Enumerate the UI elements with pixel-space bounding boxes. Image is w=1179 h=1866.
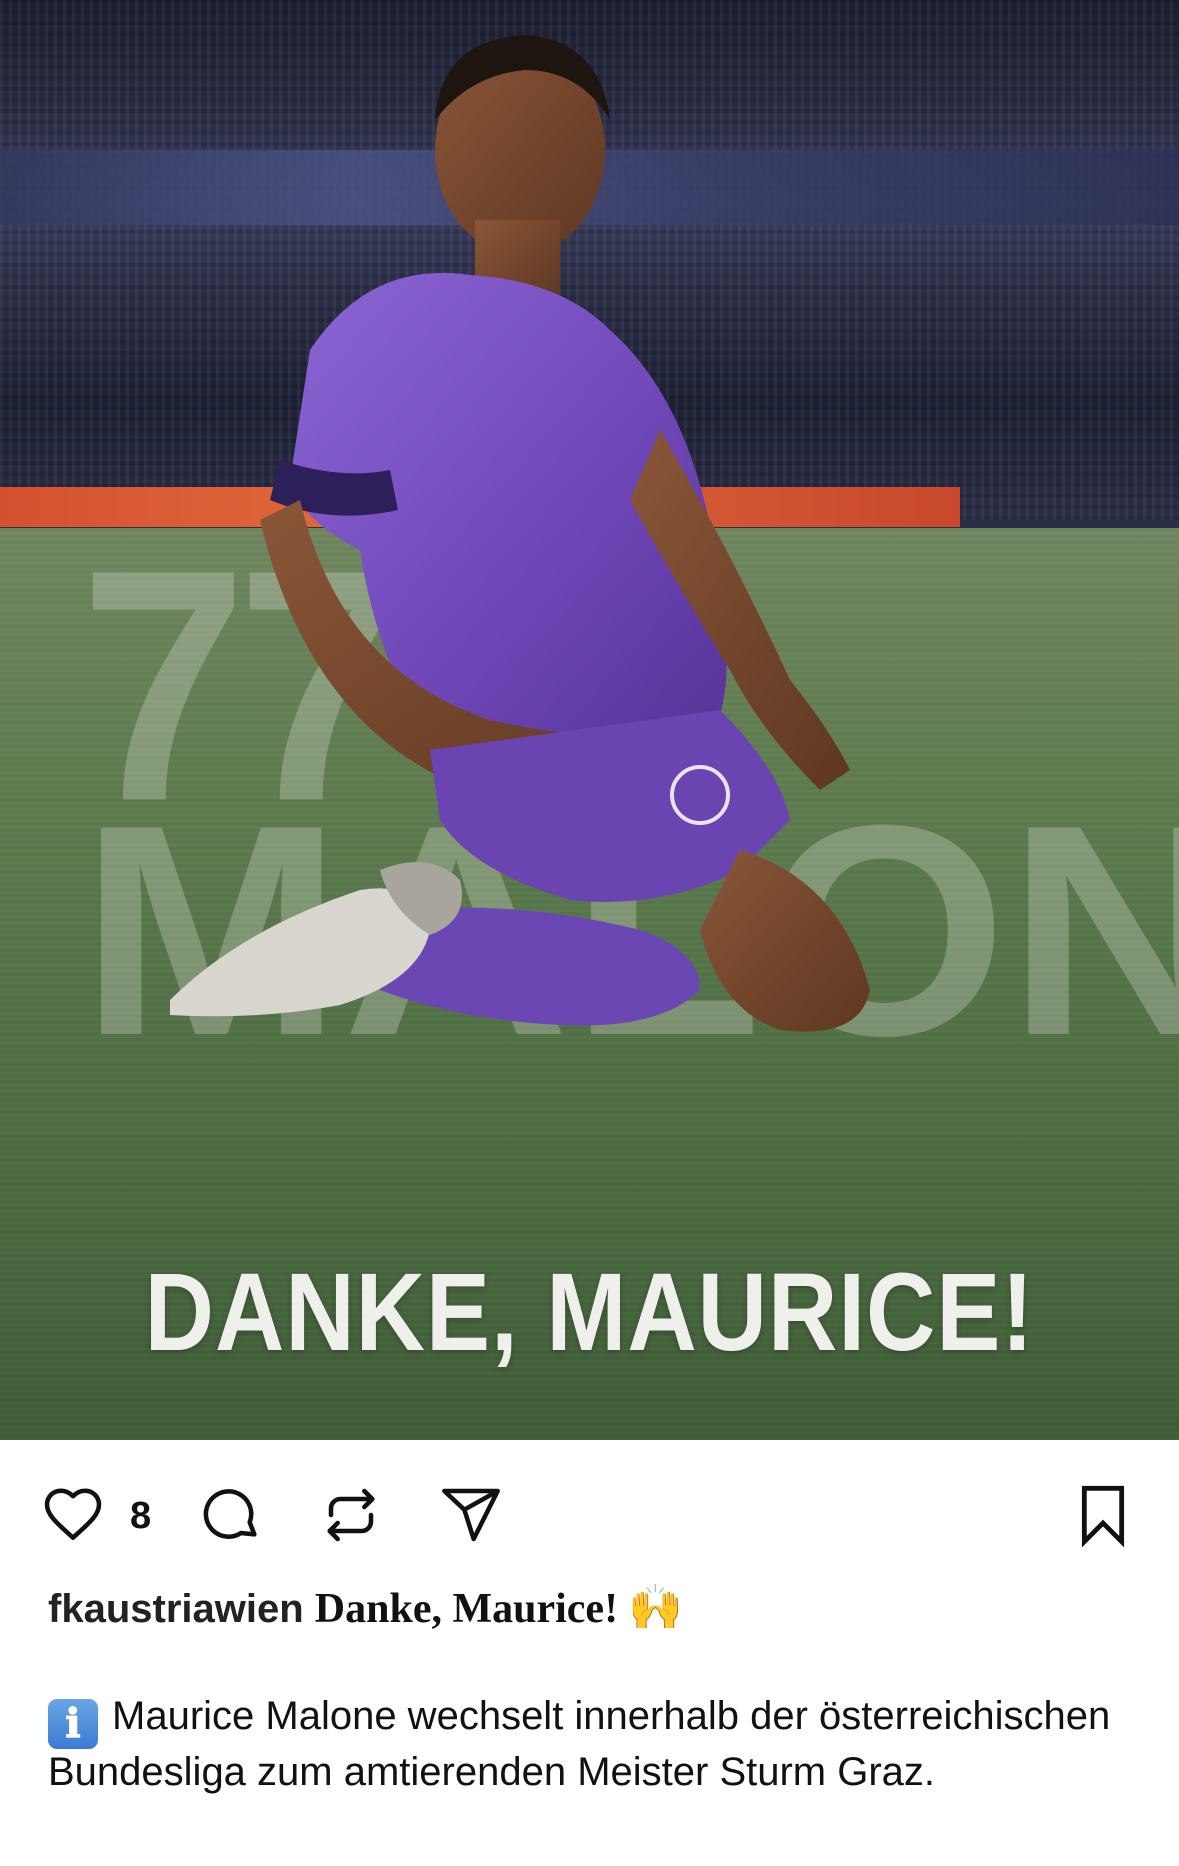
repost-button[interactable] — [316, 1480, 386, 1550]
player-figure — [170, 35, 870, 1032]
caption-header: fkaustriawien Danke, Maurice! 🙌 — [48, 1580, 1138, 1637]
save-button[interactable] — [1068, 1480, 1138, 1550]
like-button[interactable] — [38, 1480, 108, 1550]
heart-icon — [44, 1488, 102, 1540]
repost-icon — [327, 1488, 375, 1542]
bookmark-icon — [1081, 1485, 1125, 1547]
post-caption: fkaustriawien Danke, Maurice! 🙌 ℹ Maurice … — [48, 1580, 1138, 1796]
username-link[interactable]: fkaustriawien — [48, 1587, 304, 1631]
info-icon: ℹ — [48, 1699, 98, 1749]
caption-title: Danke, Maurice! — [314, 1586, 619, 1632]
send-icon — [442, 1488, 500, 1542]
raising-hands-emoji: 🙌 — [628, 1583, 683, 1632]
post-image[interactable]: 77 MALONE — [0, 0, 1179, 1440]
like-count[interactable]: 8 — [130, 1495, 151, 1538]
comment-button[interactable] — [196, 1480, 266, 1550]
caption-body-block: ℹ Maurice Malone wechselt innerhalb der ö… — [48, 1693, 1138, 1796]
caption-body: Maurice Malone wechselt innerhalb der ös… — [48, 1694, 1111, 1794]
post-action-bar: 8 — [0, 1440, 1179, 1580]
comment-icon — [203, 1489, 257, 1539]
share-button[interactable] — [436, 1480, 506, 1550]
post-headline: DANKE, MAURICE! — [144, 1250, 1035, 1374]
